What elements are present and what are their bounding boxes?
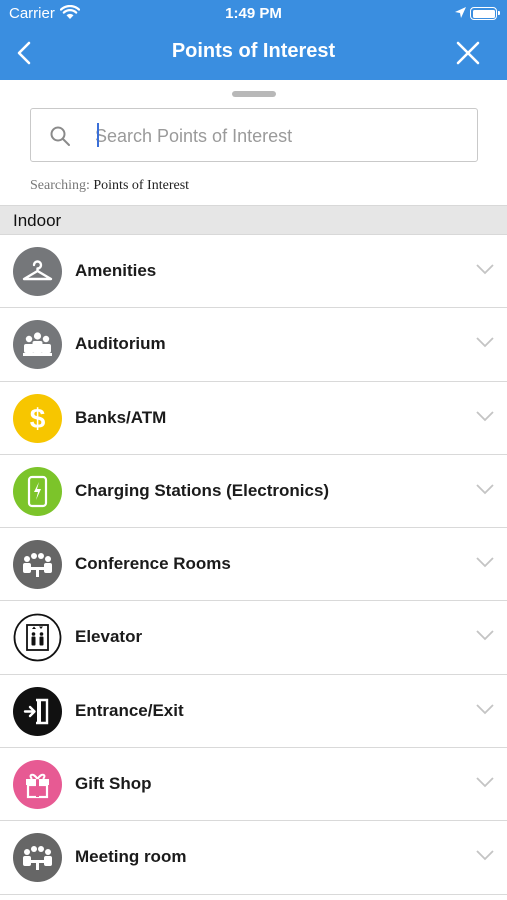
list-item-label: Banks/ATM — [75, 407, 167, 427]
search-scope: Searching: Points of Interest — [30, 178, 189, 194]
elevator-icon — [13, 613, 62, 663]
status-bar: Carrier 1:49 PM — [0, 0, 507, 28]
hanger-icon — [13, 247, 62, 296]
chevron-down-icon — [476, 264, 494, 275]
list-item-label: Gift Shop — [75, 774, 152, 794]
list-item[interactable]: $ Banks/ATM — [0, 382, 507, 455]
list-item-label: Elevator — [75, 627, 143, 647]
svg-text:$: $ — [30, 403, 46, 434]
search-input[interactable] — [95, 121, 465, 151]
list-item-label: Entrance/Exit — [75, 700, 184, 720]
list-item[interactable]: Amenities — [0, 235, 507, 309]
poi-list: Amenities Auditorium $ Banks/ATM Chargin… — [0, 235, 507, 895]
page-title: Points of Interest — [171, 40, 336, 62]
phone-charging-icon — [13, 466, 62, 516]
dollar-icon: $ — [13, 393, 62, 443]
list-item[interactable]: Conference Rooms — [0, 528, 507, 602]
list-item-label: Meeting room — [75, 847, 187, 867]
section-title: Indoor — [13, 211, 62, 230]
list-item[interactable]: Auditorium — [0, 308, 507, 382]
chevron-down-icon — [476, 777, 494, 788]
exit-door-icon — [13, 686, 62, 736]
section-header: Indoor — [0, 205, 507, 235]
list-item-label: Auditorium — [75, 334, 166, 354]
chevron-down-icon — [476, 337, 494, 348]
battery-icon — [470, 7, 500, 20]
list-item[interactable]: Elevator — [0, 601, 507, 675]
list-item-label: Charging Stations (Electronics) — [75, 480, 330, 500]
list-item[interactable]: Gift Shop — [0, 748, 507, 822]
meeting-table-icon — [13, 540, 62, 590]
list-item[interactable]: Entrance/Exit — [0, 675, 507, 749]
list-item[interactable]: Charging Stations (Electronics) — [0, 455, 507, 529]
chevron-down-icon — [476, 484, 494, 495]
status-time: 1:49 PM — [225, 5, 282, 22]
text-cursor — [97, 123, 99, 147]
chevron-down-icon — [476, 557, 494, 568]
search-scope-prefix: Searching: — [30, 178, 90, 193]
list-item[interactable]: Meeting room — [0, 821, 507, 895]
search-box[interactable] — [30, 108, 478, 162]
search-icon — [50, 126, 70, 146]
audience-icon — [13, 320, 62, 370]
chevron-down-icon — [476, 630, 494, 641]
close-icon[interactable] — [455, 40, 481, 66]
navigation-bar: Carrier 1:49 PM Points of Interest — [0, 0, 507, 80]
list-item-label: Amenities — [75, 261, 157, 280]
gift-icon — [13, 760, 62, 810]
meeting-table-icon — [13, 833, 62, 883]
chevron-down-icon — [476, 850, 494, 861]
sheet-grabber[interactable] — [232, 91, 276, 97]
location-arrow-icon — [455, 7, 466, 18]
search-scope-target: Points of Interest — [93, 178, 190, 193]
chevron-down-icon — [476, 704, 494, 715]
chevron-down-icon — [476, 410, 494, 421]
list-item-label: Conference Rooms — [75, 554, 231, 574]
